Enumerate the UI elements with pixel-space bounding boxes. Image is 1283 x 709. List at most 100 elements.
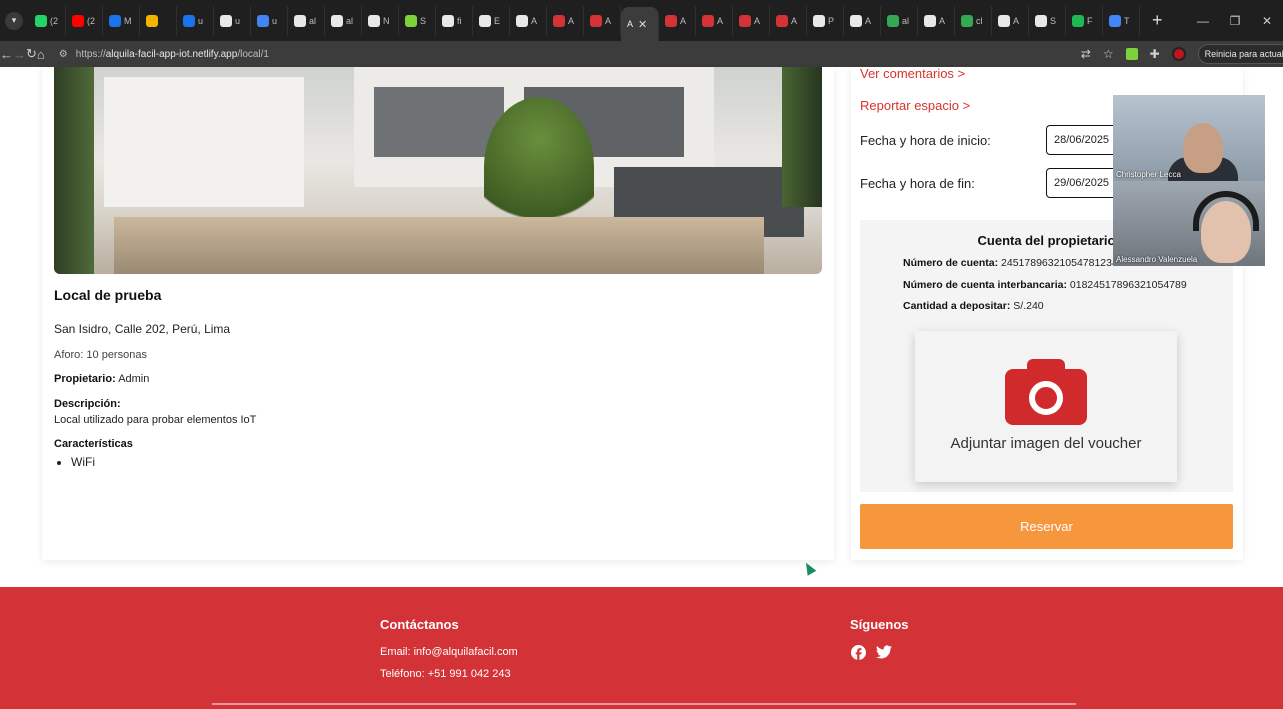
tab-favicon-icon xyxy=(1035,14,1047,27)
home-icon[interactable]: ⌂ xyxy=(37,47,45,62)
browser-tab[interactable]: F xyxy=(1066,5,1103,36)
browser-tab[interactable]: u xyxy=(251,5,288,36)
tab-label: F xyxy=(1087,15,1093,26)
tab-label: A xyxy=(865,15,872,26)
facebook-icon[interactable] xyxy=(850,644,866,660)
tab-label: A xyxy=(568,15,575,26)
view-comments-link[interactable]: Ver comentarios > xyxy=(860,66,965,81)
tab-label: A xyxy=(791,15,798,26)
feature-item: WiFi xyxy=(71,455,95,469)
video-tile-1: Christopher Lecca xyxy=(1113,95,1265,181)
end-datetime-label: Fecha y hora de fin: xyxy=(860,176,975,191)
update-button[interactable]: Reinicia para actualizar xyxy=(1197,44,1283,64)
tab-label: al xyxy=(346,15,354,26)
tab-favicon-icon xyxy=(961,14,973,27)
bookmark-star-icon[interactable]: ☆ xyxy=(1103,47,1114,61)
browser-tab[interactable] xyxy=(140,5,177,36)
tab-label: P xyxy=(828,15,835,26)
browser-tab[interactable]: u xyxy=(214,5,251,36)
extension-icon[interactable] xyxy=(1125,48,1138,60)
tab-search-button[interactable]: ▾ xyxy=(5,11,23,30)
browser-tab[interactable]: al xyxy=(288,5,325,36)
browser-tab-active[interactable]: A ✕ xyxy=(621,7,659,41)
reload-icon[interactable]: ↻ xyxy=(26,46,37,62)
browser-tab[interactable]: A xyxy=(584,5,621,36)
contact-heading: Contáctanos xyxy=(380,617,459,632)
browser-tab[interactable]: M xyxy=(103,5,140,36)
forward-icon[interactable]: → xyxy=(13,47,26,62)
minimize-icon[interactable]: — xyxy=(1187,14,1219,28)
close-window-icon[interactable]: ✕ xyxy=(1251,14,1283,28)
video-tile-2: Alessandro Valenzuela xyxy=(1113,181,1265,266)
owner-value: Admin xyxy=(118,373,150,385)
browser-tab[interactable]: A xyxy=(992,5,1029,36)
footer-email[interactable]: Email: info@alquilafacil.com xyxy=(380,646,518,658)
tab-close-icon[interactable]: ✕ xyxy=(638,18,647,31)
tab-label: al xyxy=(902,15,910,26)
follow-heading: Síguenos xyxy=(850,617,909,632)
browser-tab[interactable]: A xyxy=(510,5,547,36)
window-controls: — ❐ ✕ xyxy=(1187,0,1283,41)
new-tab-button[interactable]: + xyxy=(1152,10,1163,31)
report-space-link[interactable]: Reportar espacio > xyxy=(860,98,970,113)
interbank-label: Número de cuenta interbancaria: xyxy=(903,279,1067,291)
browser-tab[interactable]: A xyxy=(696,5,733,36)
tab-favicon-icon xyxy=(72,14,84,27)
browser-tab[interactable]: S xyxy=(399,5,436,36)
description-text: Local utilizado para probar elementos Io… xyxy=(54,414,257,426)
browser-tab[interactable]: A xyxy=(918,5,955,36)
url-host: alquila-facil-app-iot.netlify.app xyxy=(105,48,238,60)
tab-favicon-icon xyxy=(1109,14,1121,27)
tab-label: A xyxy=(531,15,538,26)
restore-icon[interactable]: ❐ xyxy=(1219,14,1251,28)
voucher-upload-box[interactable]: Adjuntar imagen del voucher xyxy=(915,331,1177,482)
profile-avatar[interactable] xyxy=(1171,47,1186,61)
participant-name-1: Christopher Lecca xyxy=(1116,170,1181,179)
browser-tab[interactable]: (2 xyxy=(66,5,103,36)
tab-favicon-icon xyxy=(183,14,195,27)
account-number-row: Número de cuenta: 24517896321054781234 xyxy=(903,257,1118,269)
browser-tab[interactable]: T xyxy=(1103,5,1140,36)
twitter-icon[interactable] xyxy=(876,644,892,660)
tab-label: S xyxy=(420,15,427,26)
tab-label: al xyxy=(309,15,317,26)
account-number-value: 24517896321054781234 xyxy=(1001,257,1118,269)
tab-favicon-icon xyxy=(479,14,491,27)
tab-label: A xyxy=(1013,15,1020,26)
browser-tab[interactable]: A xyxy=(659,5,696,36)
browser-tab[interactable]: u xyxy=(177,5,214,36)
camera-icon xyxy=(1005,359,1087,425)
extensions-puzzle-icon[interactable]: ✚ xyxy=(1150,47,1160,61)
tab-favicon-icon xyxy=(220,14,232,27)
browser-tab[interactable]: E xyxy=(473,5,510,36)
tab-favicon-icon xyxy=(368,14,380,27)
browser-tab[interactable]: A xyxy=(547,5,584,36)
site-info-icon[interactable]: ⚙ xyxy=(59,49,68,60)
tab-favicon-icon xyxy=(887,14,899,27)
tab-favicon-icon xyxy=(850,14,862,27)
browser-tab[interactable]: A xyxy=(844,5,881,36)
mouse-cursor-icon xyxy=(801,560,817,576)
reserve-button[interactable]: Reservar xyxy=(860,504,1233,549)
tab-favicon-icon xyxy=(146,14,158,27)
browser-tab[interactable]: N xyxy=(362,5,399,36)
back-icon[interactable]: ← xyxy=(0,47,13,62)
browser-tab[interactable]: (2 xyxy=(29,5,66,36)
tab-favicon-icon xyxy=(702,14,714,27)
browser-tab[interactable]: cl xyxy=(955,5,992,36)
deposit-value: S/.240 xyxy=(1013,300,1044,312)
browser-tab[interactable]: P xyxy=(807,5,844,36)
browser-tab[interactable]: fi xyxy=(436,5,473,36)
browser-tab[interactable]: A xyxy=(770,5,807,36)
browser-tab[interactable]: A xyxy=(733,5,770,36)
tab-favicon-icon xyxy=(294,14,306,27)
translate-icon[interactable]: ⇄ xyxy=(1081,47,1091,61)
browser-tab[interactable]: S xyxy=(1029,5,1066,36)
tab-label: fi xyxy=(457,15,462,26)
local-address: San Isidro, Calle 202, Perú, Lima xyxy=(54,322,231,336)
tab-label: u xyxy=(198,15,204,26)
browser-tab[interactable]: al xyxy=(325,5,362,36)
browser-tab[interactable]: al xyxy=(881,5,918,36)
description-label: Descripción: xyxy=(54,398,121,410)
url-field[interactable]: ⚙ https://alquila-facil-app-iot.netlify.… xyxy=(51,43,1011,65)
